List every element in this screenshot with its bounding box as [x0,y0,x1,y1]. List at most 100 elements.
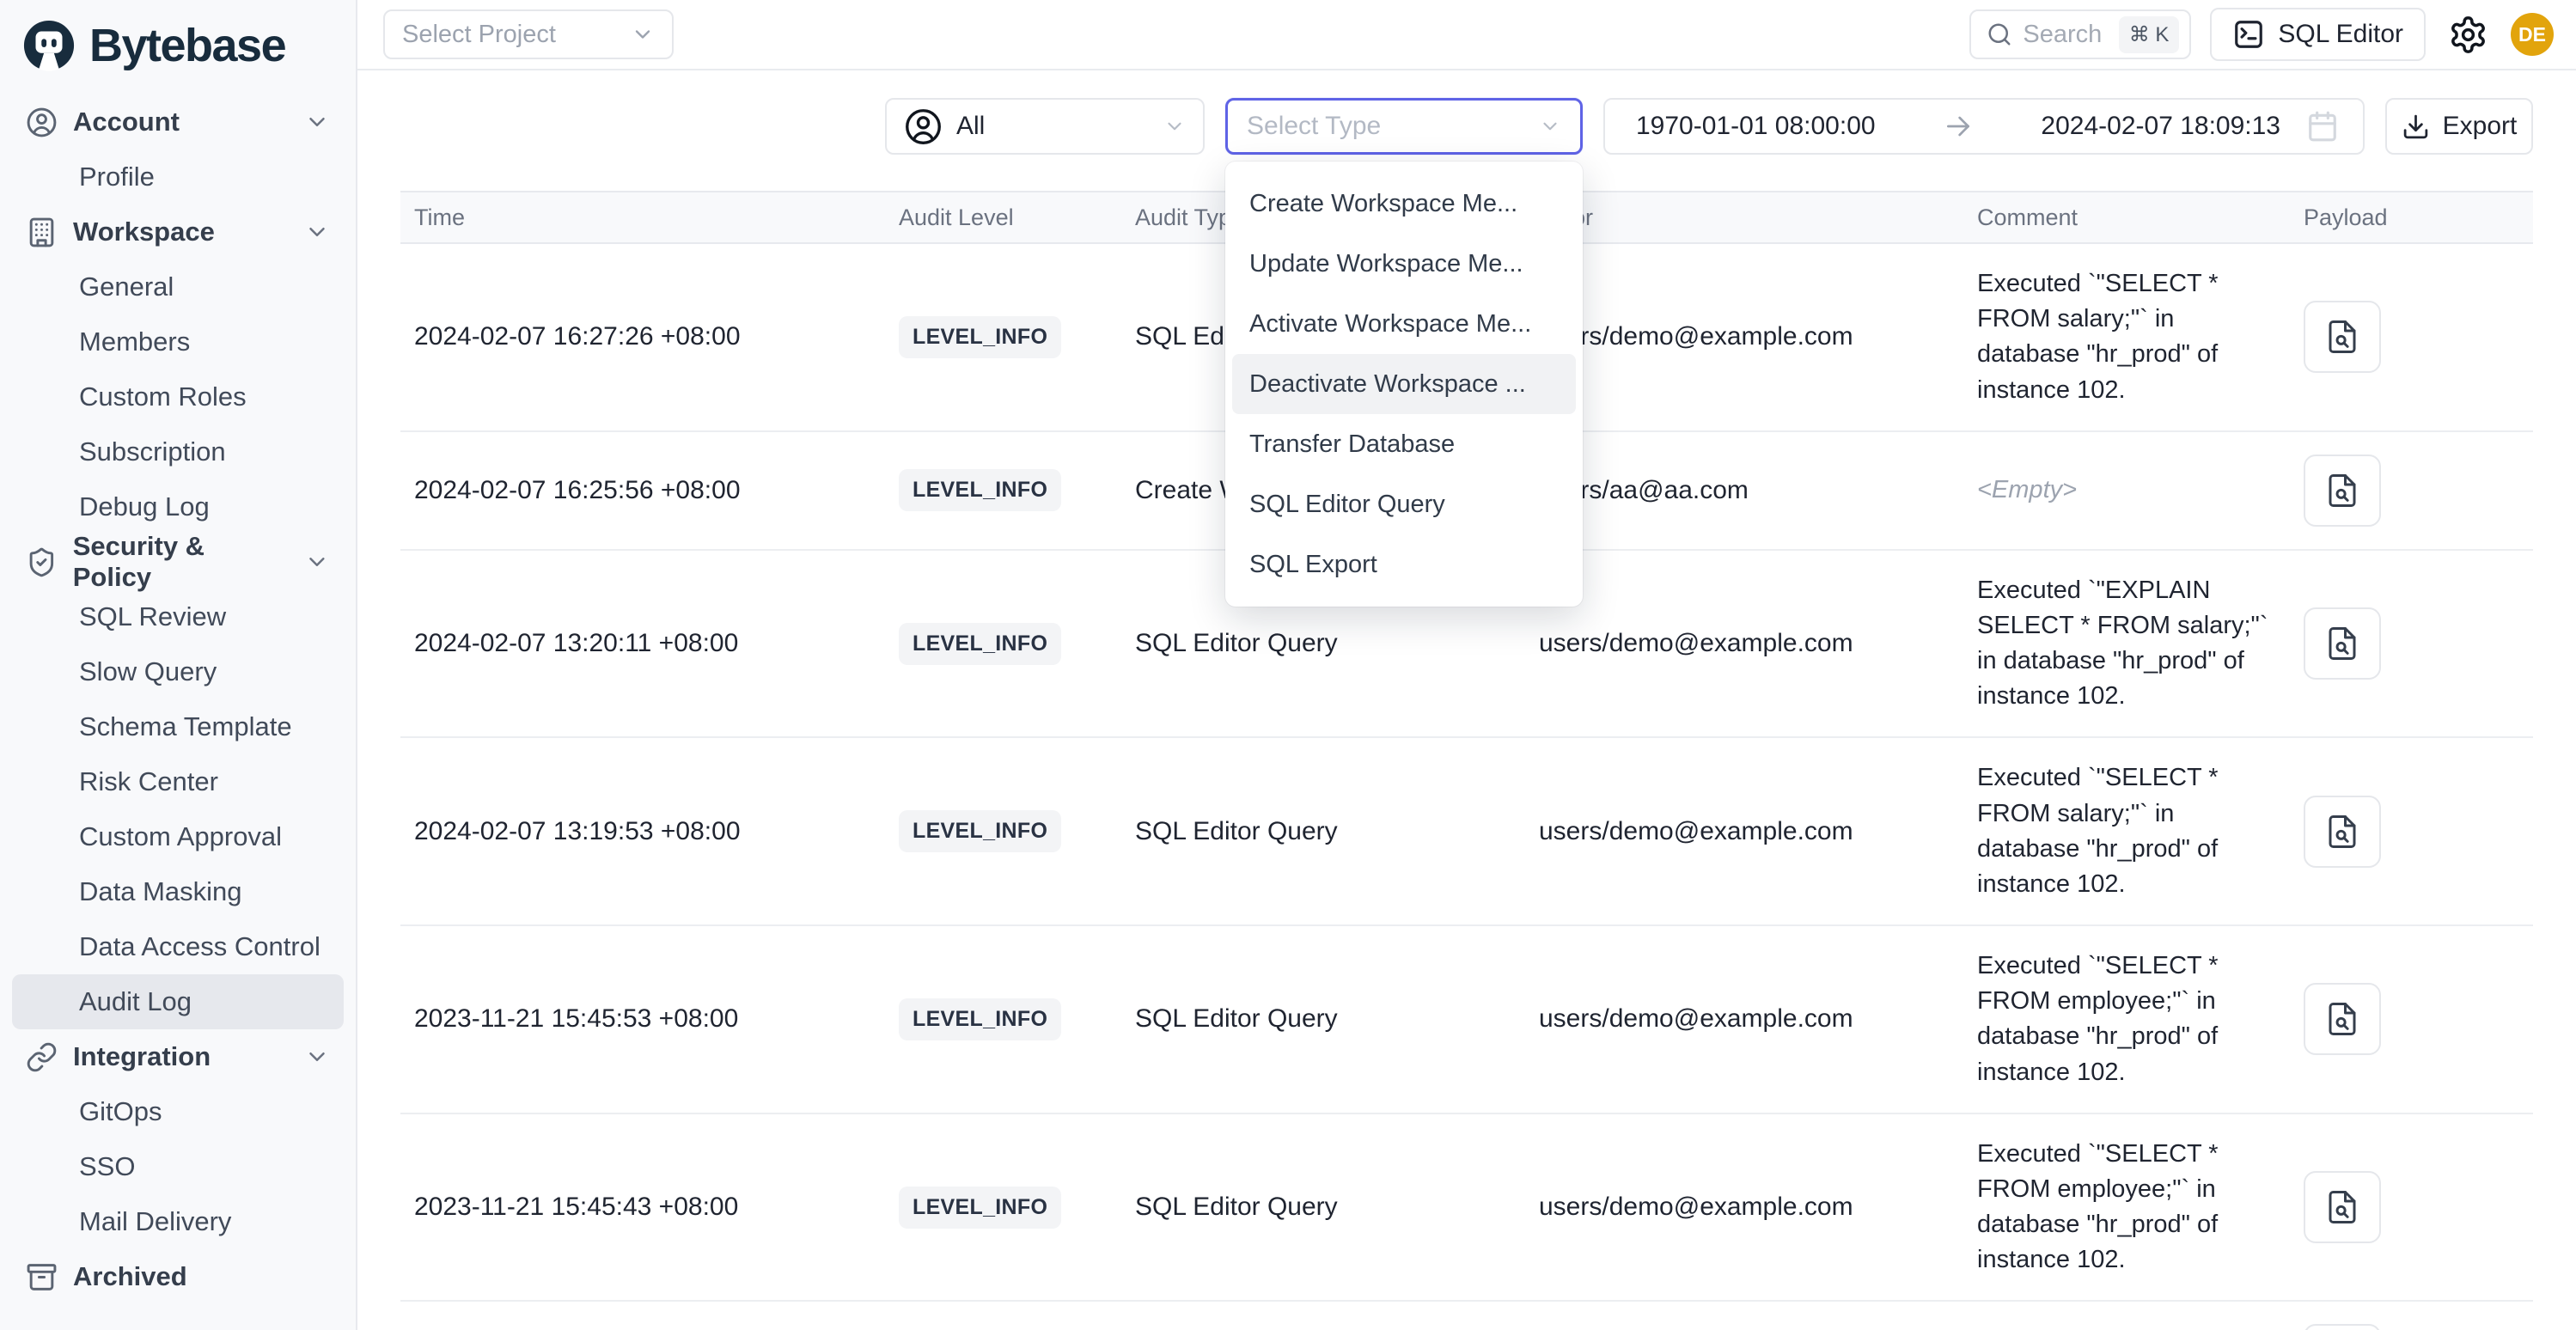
type-option[interactable]: Transfer Database [1232,414,1576,474]
app-logo[interactable]: Bytebase [0,0,356,91]
sidebar-item-sso[interactable]: SSO [12,1139,344,1194]
sql-editor-button[interactable]: SQL Editor [2210,8,2426,61]
type-option[interactable]: Create Workspace Me... [1232,174,1576,234]
type-option[interactable]: SQL Export [1232,534,1576,595]
export-button[interactable]: Export [2385,98,2533,155]
sidebar-item-gitops[interactable]: GitOps [12,1084,344,1139]
sidebar-section-archived[interactable]: Archived [12,1249,344,1304]
actor-filter-value: All [956,112,985,141]
payload-view-button[interactable] [2304,983,2381,1055]
sidebar-item-profile[interactable]: Profile [12,149,344,204]
sidebar-nav: AccountProfileWorkspaceGeneralMembersCus… [0,91,356,1304]
audit-level-badge: LEVEL_INFO [899,810,1061,852]
table-row: 2023-11-21 15:45:53 +08:00LEVEL_INFOSQL … [400,926,2533,1114]
sidebar-section-integration[interactable]: Integration [12,1029,344,1084]
chevron-down-icon [631,22,655,46]
sidebar-item-custom-roles[interactable]: Custom Roles [12,369,344,424]
cell-comment: Executed `"SELECT * FROM salary;"` in da… [1977,266,2304,408]
date-range-picker[interactable]: 1970-01-01 08:00:00 2024-02-07 18:09:13 [1603,98,2365,155]
cell-audit-type: SQL Editor Query [1135,629,1539,658]
cell-audit-type: SQL Editor Query [1135,817,1539,846]
chevron-down-icon [304,109,330,135]
audit-level-badge: LEVEL_INFO [899,998,1061,1040]
sidebar-section-label: Security & Policy [73,531,289,593]
sidebar-item-data-masking[interactable]: Data Masking [12,864,344,919]
table-row: 2023-11-21 15:45:43 +08:00LEVEL_INFOSQL … [400,1114,2533,1303]
sidebar-item-data-access-control[interactable]: Data Access Control [12,919,344,974]
sidebar-item-slow-query[interactable]: Slow Query [12,644,344,699]
empty-comment: <Empty> [1977,476,2077,503]
file-search-icon [2324,1189,2360,1225]
type-option[interactable]: Activate Workspace Me... [1232,294,1576,354]
column-header-time: Time [400,204,899,231]
brand-name: Bytebase [89,19,285,72]
date-to: 2024-02-07 18:09:13 [2041,112,2280,141]
cell-time: 2024-02-07 16:27:26 +08:00 [400,322,899,351]
project-select[interactable]: Select Project [383,9,674,59]
sidebar-item-schema-template[interactable]: Schema Template [12,699,344,754]
date-from: 1970-01-01 08:00:00 [1636,112,1876,141]
bytebase-logo-icon [22,19,76,72]
type-filter-select[interactable]: Select Type [1225,98,1583,155]
cell-comment: Executed `"SELECT * FROM employee;"` in … [1977,949,2304,1090]
sidebar-item-debug-log[interactable]: Debug Log [12,479,344,534]
payload-view-button[interactable] [2304,1324,2381,1330]
type-option[interactable]: SQL Editor Query [1232,474,1576,534]
table-row: 2023-11-04 22:48:30 +08:00LEVEL_INFOCrea… [400,1302,2533,1330]
search-icon [1987,21,2012,47]
cell-comment: Executed `"EXPLAIN SELECT * FROM salary;… [1977,573,2304,715]
sidebar-item-sql-review[interactable]: SQL Review [12,589,344,644]
sidebar-item-custom-approval[interactable]: Custom Approval [12,809,344,864]
cell-actor: users/demo@example.com [1539,629,1977,658]
avatar-initials: DE [2518,23,2546,46]
chevron-down-icon [304,549,330,575]
search-placeholder: Search [2023,21,2102,49]
avatar[interactable]: DE [2511,13,2554,56]
gear-icon[interactable] [2448,15,2488,55]
sidebar-section-label: Workspace [73,217,215,247]
sidebar-section-label: Archived [73,1261,187,1292]
cell-time: 2023-11-21 15:45:43 +08:00 [400,1193,899,1222]
actor-filter-select[interactable]: All [885,98,1205,155]
payload-view-button[interactable] [2304,607,2381,680]
audit-level-badge: LEVEL_INFO [899,623,1061,665]
project-select-label: Select Project [402,21,556,49]
cell-actor: users/demo@example.com [1539,1193,1977,1222]
building-icon [26,217,58,248]
search-input[interactable]: Search ⌘ K [1969,9,2191,59]
payload-view-button[interactable] [2304,301,2381,373]
cell-time: 2024-02-07 13:20:11 +08:00 [400,629,899,658]
payload-view-button[interactable] [2304,455,2381,527]
cell-comment: Executed `"SELECT * FROM salary;"` in da… [1977,760,2304,902]
file-search-icon [2324,473,2360,509]
chevron-down-icon [304,219,330,245]
payload-view-button[interactable] [2304,1171,2381,1243]
sidebar-item-audit-log[interactable]: Audit Log [12,974,344,1029]
payload-view-button[interactable] [2304,796,2381,868]
type-option[interactable]: Update Workspace Me... [1232,234,1576,294]
column-header-payload: Payload [2304,204,2533,231]
cell-audit-type: SQL Editor Query [1135,1193,1539,1222]
table-row: 2024-02-07 13:19:53 +08:00LEVEL_INFOSQL … [400,738,2533,926]
sidebar-item-mail-delivery[interactable]: Mail Delivery [12,1194,344,1249]
sidebar-item-subscription[interactable]: Subscription [12,424,344,479]
arrow-right-icon [1941,109,1975,143]
sidebar-item-general[interactable]: General [12,259,344,314]
sidebar-section-label: Account [73,107,180,137]
link-icon [26,1041,58,1073]
chevron-down-icon [1539,115,1561,137]
type-option[interactable]: Deactivate Workspace ... [1232,354,1576,414]
sidebar-section-security-policy[interactable]: Security & Policy [12,534,344,589]
column-header-actor: Actor [1539,204,1977,231]
file-search-icon [2324,319,2360,355]
sidebar-section-label: Integration [73,1041,211,1072]
file-search-icon [2324,625,2360,662]
sidebar-item-risk-center[interactable]: Risk Center [12,754,344,809]
sidebar-item-members[interactable]: Members [12,314,344,369]
cell-actor: users/aa@aa.com [1539,476,1977,505]
chevron-down-icon [304,1044,330,1070]
audit-log-page: All Select Type 1970-01-01 08:00:00 2024… [357,70,2576,1330]
audit-level-badge: LEVEL_INFO [899,316,1061,358]
sidebar-section-workspace[interactable]: Workspace [12,204,344,259]
sidebar-section-account[interactable]: Account [12,95,344,149]
